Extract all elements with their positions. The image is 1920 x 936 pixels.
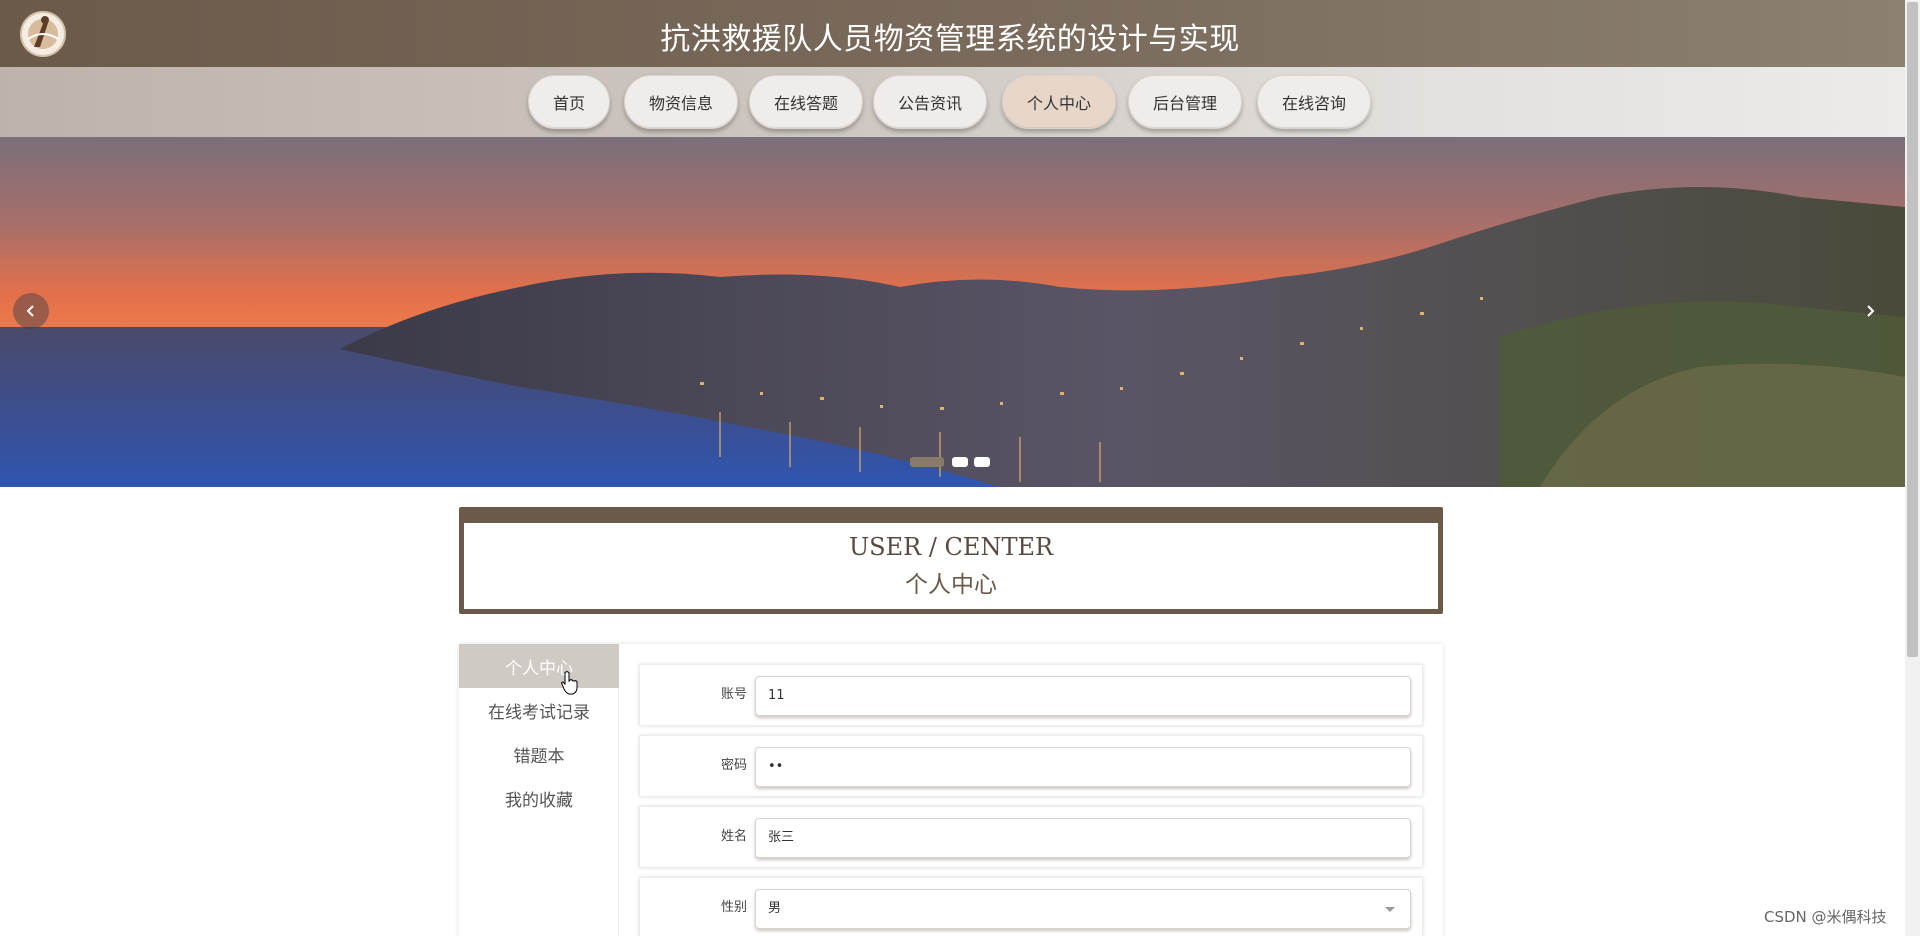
banner-carousel[interactable] <box>0 137 1905 487</box>
name-input[interactable]: 张三 <box>755 818 1411 858</box>
carousel-prev-button[interactable] <box>13 293 49 329</box>
banner-image <box>0 137 1905 487</box>
carousel-next-button[interactable] <box>1852 293 1888 329</box>
nav-item-materials[interactable]: 物资信息 <box>624 75 738 129</box>
section-title-cn: 个人中心 <box>905 572 997 598</box>
section-title-box: USER / CENTER 个人中心 <box>459 507 1443 614</box>
sidebar-item-exam-records[interactable]: 在线考试记录 <box>459 688 619 732</box>
gender-select[interactable]: 男 <box>755 889 1411 929</box>
nav-item-admin[interactable]: 后台管理 <box>1128 75 1242 129</box>
nav-item-user-center[interactable]: 个人中心 <box>1002 75 1116 129</box>
nav-item-home[interactable]: 首页 <box>528 75 610 129</box>
carousel-dot-1[interactable] <box>910 457 944 467</box>
carousel-dot-3[interactable] <box>974 457 990 467</box>
account-label: 账号 <box>720 687 747 702</box>
nav-list: 首页 物资信息 在线答题 公告资讯 个人中心 后台管理 在线咨询 <box>0 75 1905 129</box>
form-row-account: 账号 11 <box>639 664 1423 726</box>
carousel-dot-2[interactable] <box>952 457 968 467</box>
password-label: 密码 <box>720 758 747 773</box>
chevron-right-icon <box>1867 305 1875 317</box>
name-label: 姓名 <box>720 829 747 844</box>
navbar: 首页 物资信息 在线答题 公告资讯 个人中心 后台管理 在线咨询 <box>0 67 1905 137</box>
chevron-down-icon <box>1385 907 1395 912</box>
nav-item-consult[interactable]: 在线咨询 <box>1257 75 1371 129</box>
site-title: 抗洪救援队人员物资管理系统的设计与实现 <box>660 22 1240 57</box>
form-row-name: 姓名 张三 <box>639 806 1423 868</box>
header: 抗洪救援队人员物资管理系统的设计与实现 <box>0 0 1905 67</box>
pointer-cursor-icon <box>561 671 578 695</box>
sidebar-item-wrong-answers[interactable]: 错题本 <box>459 732 619 776</box>
sidebar-item-user-center[interactable]: 个人中心 <box>459 644 619 688</box>
sidebar-menu: 个人中心 在线考试记录 错题本 我的收藏 <box>459 644 619 936</box>
watermark: CSDN @米偶科技 <box>1764 908 1887 926</box>
section-title-en: USER / CENTER <box>848 533 1054 561</box>
account-input[interactable]: 11 <box>755 676 1411 716</box>
sidebar-item-favorites[interactable]: 我的收藏 <box>459 776 619 820</box>
chevron-left-icon <box>26 305 34 317</box>
form-row-password: 密码 •• <box>639 735 1423 797</box>
password-input[interactable]: •• <box>755 747 1411 787</box>
form-row-gender: 性别 男 <box>639 877 1423 936</box>
page-scrollbar-thumb[interactable] <box>1907 2 1918 657</box>
nav-item-announcements[interactable]: 公告资讯 <box>873 75 987 129</box>
nav-item-online-quiz[interactable]: 在线答题 <box>749 75 863 129</box>
gender-select-value: 男 <box>768 901 782 916</box>
user-center-panel: 个人中心 在线考试记录 错题本 我的收藏 账号 11 密码 •• 姓名 张三 性… <box>459 644 1443 936</box>
gender-label: 性别 <box>720 900 747 915</box>
